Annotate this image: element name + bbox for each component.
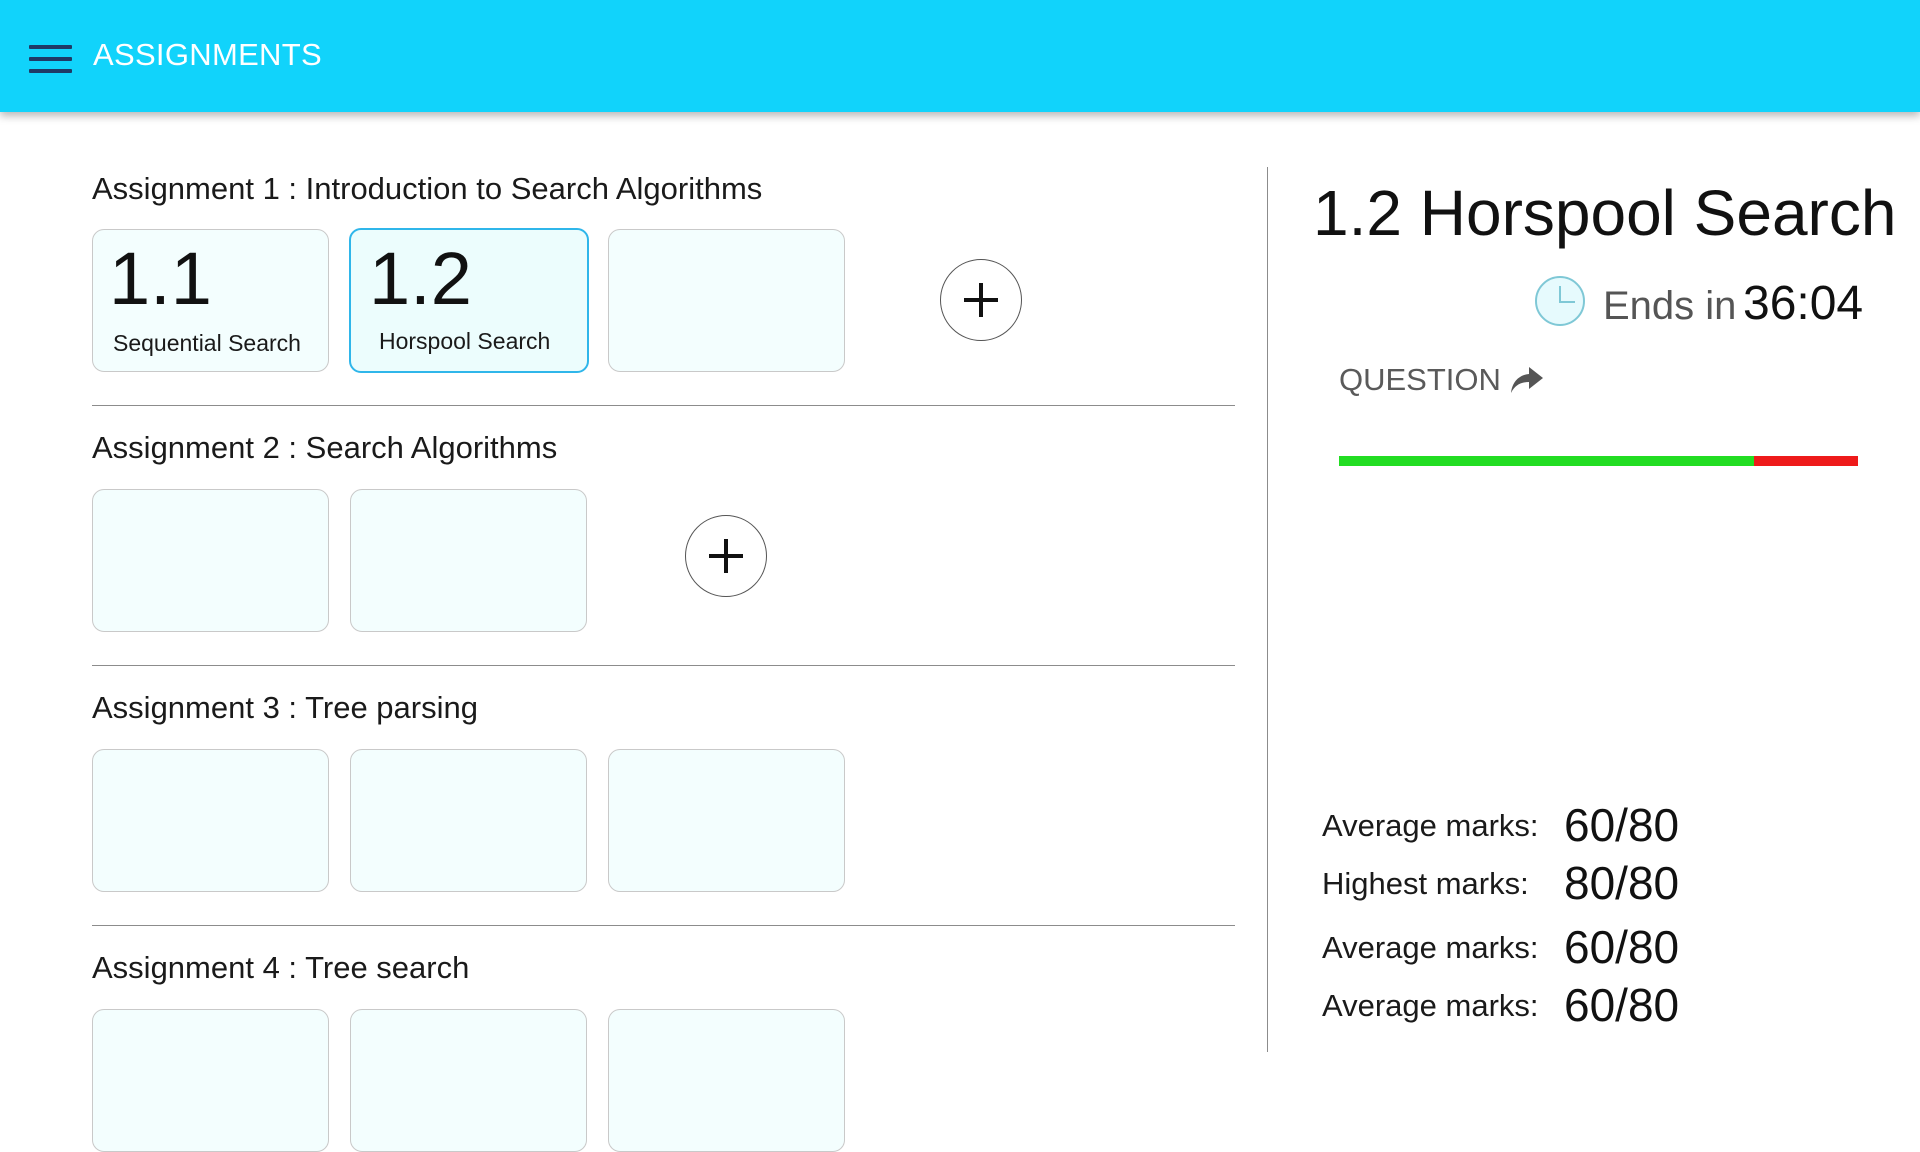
stat-label: Average marks: (1322, 808, 1539, 843)
assignment-card-3-1[interactable] (92, 749, 329, 892)
stat-label: Highest marks: (1322, 866, 1529, 901)
hamburger-menu-icon[interactable] (29, 45, 72, 73)
countdown-timer: 36:04 (1743, 277, 1864, 330)
stat-value: 60/80 (1564, 799, 1680, 851)
section-divider (92, 405, 1235, 406)
assignment-title: Assignment 3 : Tree parsing (92, 690, 478, 725)
stat-value: 60/80 (1564, 921, 1680, 973)
add-card-button[interactable] (685, 515, 767, 597)
question-link[interactable]: QUESTION (1339, 362, 1501, 398)
assignment-card-1-2[interactable]: 1.2 Horspool Search (349, 228, 589, 373)
stat-label: Average marks: (1322, 988, 1539, 1023)
app-title: ASSIGNMENTS (93, 37, 322, 72)
add-card-button[interactable] (940, 259, 1022, 341)
stat-value: 80/80 (1564, 857, 1680, 909)
main-content: Assignment 1 : Introduction to Search Al… (0, 112, 1920, 1152)
assignment-card-1-1[interactable]: 1.1 Sequential Search (92, 229, 329, 372)
stat-label: Average marks: (1322, 930, 1539, 965)
assignment-card-1-3[interactable] (608, 229, 845, 372)
progress-bar (1339, 456, 1858, 466)
assignment-card-2-1[interactable] (92, 489, 329, 632)
assignment-card-4-1[interactable] (92, 1009, 329, 1152)
assignment-card-4-2[interactable] (350, 1009, 587, 1152)
card-number: 1.2 (369, 237, 472, 320)
section-divider (92, 665, 1235, 666)
assignment-card-2-2[interactable] (350, 489, 587, 632)
detail-title: 1.2 Horspool Search (1313, 177, 1897, 249)
assignment-title: Assignment 1 : Introduction to Search Al… (92, 171, 763, 206)
card-label: Sequential Search (113, 330, 301, 356)
card-label: Horspool Search (379, 328, 551, 354)
assignment-card-4-3[interactable] (608, 1009, 845, 1152)
clock-icon (1535, 276, 1585, 326)
ends-in-label: Ends in (1603, 284, 1737, 328)
app-bar: ASSIGNMENTS (0, 0, 1920, 112)
assignment-card-3-2[interactable] (350, 749, 587, 892)
card-number: 1.1 (109, 237, 212, 320)
assignment-card-3-3[interactable] (608, 749, 845, 892)
section-divider (92, 925, 1235, 926)
share-arrow-icon[interactable] (1509, 365, 1545, 395)
assignment-title: Assignment 4 : Tree search (92, 950, 470, 985)
panel-divider (1267, 167, 1268, 1052)
stat-value: 60/80 (1564, 979, 1680, 1031)
assignment-title: Assignment 2 : Search Algorithms (92, 430, 558, 465)
progress-bar-fill (1339, 456, 1755, 466)
